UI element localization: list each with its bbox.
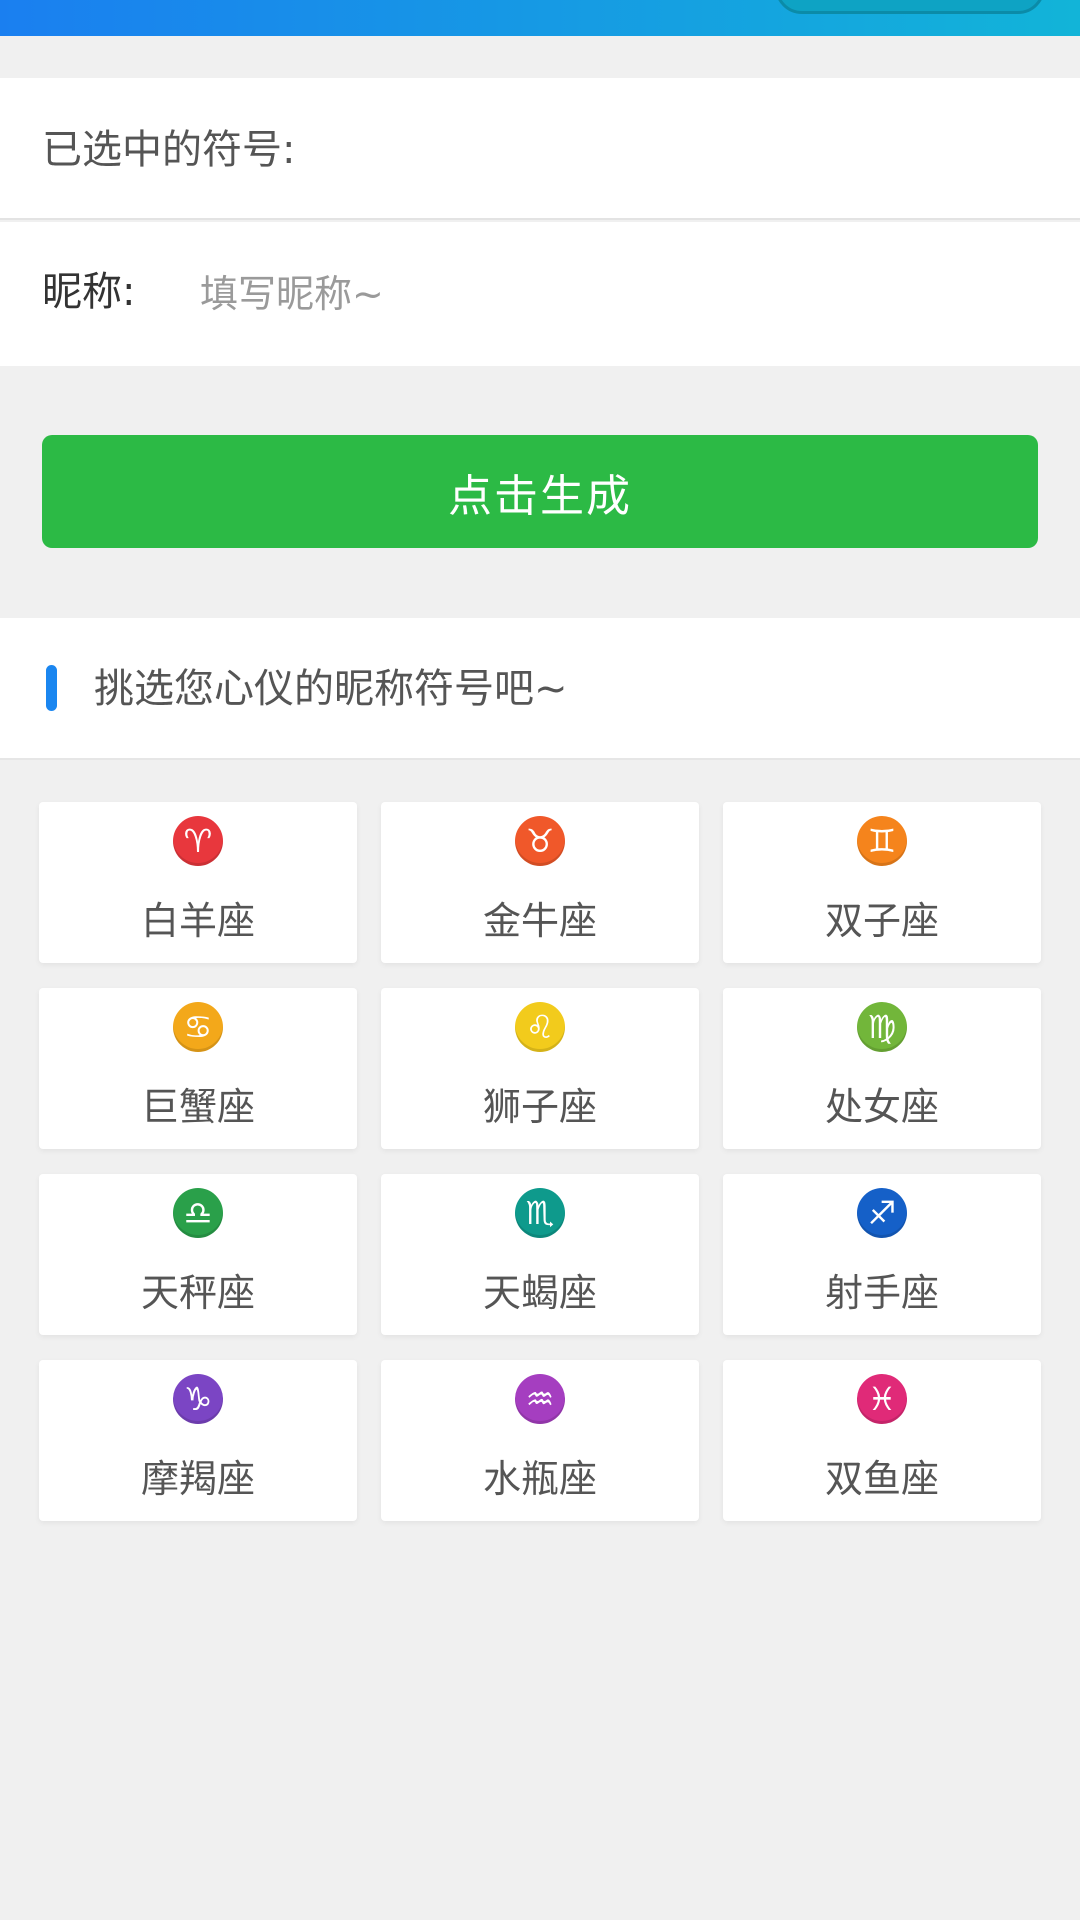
zodiac-label: 白羊座 [140, 899, 255, 943]
nickname-row: 昵称: [0, 222, 1080, 366]
pisces-icon: ♓ [857, 1374, 907, 1424]
zodiac-tile-leo[interactable]: ♌ 狮子座 [381, 988, 699, 1149]
zodiac-label: 狮子座 [482, 1085, 597, 1129]
gemini-icon: ♊ [857, 816, 907, 866]
top-bar-pill-button[interactable] [775, 0, 1045, 14]
aquarius-icon: ♒ [515, 1374, 565, 1424]
aries-icon: ♈ [173, 816, 223, 866]
zodiac-label: 摩羯座 [140, 1457, 255, 1501]
zodiac-tile-cancer[interactable]: ♋ 巨蟹座 [39, 988, 357, 1149]
zodiac-tile-aries[interactable]: ♈ 白羊座 [39, 802, 357, 963]
taurus-icon: ♉ [515, 816, 565, 866]
zodiac-label: 巨蟹座 [140, 1085, 255, 1129]
capricorn-icon: ♑ [173, 1374, 223, 1424]
zodiac-grid: ♈ 白羊座 ♉ 金牛座 ♊ 双子座 ♋ 巨蟹座 ♌ 狮子座 ♍ 处女座 ♎ 天秤… [39, 802, 1041, 1521]
selected-symbol-row: 已选中的符号: [0, 78, 1080, 220]
scorpio-icon: ♏ [515, 1188, 565, 1238]
nickname-input[interactable] [200, 256, 1020, 332]
zodiac-tile-sagittarius[interactable]: ♐ 射手座 [723, 1174, 1041, 1335]
zodiac-label: 水瓶座 [482, 1457, 597, 1501]
zodiac-label: 天秤座 [140, 1271, 255, 1315]
zodiac-label: 金牛座 [482, 899, 597, 943]
zodiac-tile-taurus[interactable]: ♉ 金牛座 [381, 802, 699, 963]
leo-icon: ♌ [515, 1002, 565, 1052]
section-accent-bar [46, 665, 57, 711]
zodiac-tile-capricorn[interactable]: ♑ 摩羯座 [39, 1360, 357, 1521]
zodiac-label: 双子座 [824, 899, 939, 943]
zodiac-tile-libra[interactable]: ♎ 天秤座 [39, 1174, 357, 1335]
zodiac-tile-virgo[interactable]: ♍ 处女座 [723, 988, 1041, 1149]
nickname-label: 昵称: [42, 269, 136, 315]
zodiac-tile-scorpio[interactable]: ♏ 天蝎座 [381, 1174, 699, 1335]
picker-header: 挑选您心仪的昵称符号吧~ [0, 618, 1080, 760]
zodiac-label: 处女座 [824, 1085, 939, 1129]
virgo-icon: ♍ [857, 1002, 907, 1052]
selected-symbol-label: 已选中的符号: [42, 127, 296, 173]
libra-icon: ♎ [173, 1188, 223, 1238]
cancer-icon: ♋ [173, 1002, 223, 1052]
zodiac-label: 天蝎座 [482, 1271, 597, 1315]
picker-title: 挑选您心仪的昵称符号吧~ [94, 666, 568, 712]
zodiac-tile-pisces[interactable]: ♓ 双鱼座 [723, 1360, 1041, 1521]
zodiac-label: 射手座 [824, 1271, 939, 1315]
top-bar [0, 0, 1080, 36]
sagittarius-icon: ♐ [857, 1188, 907, 1238]
generate-button[interactable]: 点击生成 [42, 435, 1038, 548]
zodiac-tile-aquarius[interactable]: ♒ 水瓶座 [381, 1360, 699, 1521]
zodiac-label: 双鱼座 [824, 1457, 939, 1501]
zodiac-tile-gemini[interactable]: ♊ 双子座 [723, 802, 1041, 963]
